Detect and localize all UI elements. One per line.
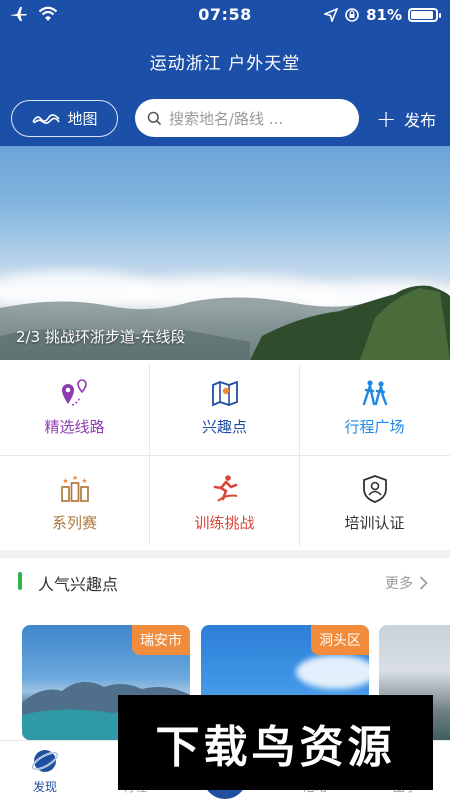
battery-percent: 81% (366, 6, 402, 24)
publish-label: 发布 (404, 111, 437, 130)
watermark-text: 下载鸟资源 (155, 721, 396, 773)
feature-grid: 精选线路 兴趣点 行程广场 系列赛 训练挑战 培训认证 (0, 360, 450, 550)
search-icon (147, 111, 162, 125)
location-arrow-icon (324, 8, 339, 22)
grid-item-label: 兴趣点 (201, 417, 247, 436)
battery-icon (408, 8, 441, 22)
more-link[interactable]: 更多 (385, 573, 428, 593)
card-cloud (296, 655, 369, 689)
map-button[interactable]: 地图 (11, 100, 118, 137)
grid-item-training-certification[interactable]: 培训认证 (300, 456, 449, 550)
hikers-icon (362, 379, 387, 405)
card-region-tag: 洞头区 (311, 625, 369, 655)
grid-item-poi[interactable]: 兴趣点 (150, 360, 299, 454)
grid-item-series[interactable]: 系列赛 (0, 456, 149, 550)
section-title: 人气兴趣点 (38, 575, 119, 594)
top-header: 07:58 81% 运动浙江 户外天堂 地图 搜索地名/路线 ... + 发布 (0, 0, 450, 146)
popular-poi-header: 人气兴趣点 更多 (0, 558, 450, 608)
plus-icon: + (376, 105, 397, 133)
card-region-tag: 瑞安市 (132, 625, 190, 655)
grid-item-label: 系列赛 (51, 513, 97, 532)
status-bar: 07:58 81% (0, 0, 450, 30)
banner-caption: 2/3 挑战环浙步道-东线段 (16, 328, 186, 346)
grid-item-label: 训练挑战 (194, 513, 255, 532)
watermark-overlay: 下载鸟资源 (118, 695, 433, 790)
app-title: 运动浙江 户外天堂 (149, 54, 301, 74)
map-button-label: 地图 (67, 110, 98, 128)
publish-button[interactable]: + 发布 (376, 107, 436, 131)
search-placeholder: 搜索地名/路线 ... (169, 109, 284, 128)
trophy-series-icon (60, 474, 89, 502)
map-icon (211, 380, 238, 406)
chevron-right-icon (419, 576, 428, 590)
status-right: 81% (324, 6, 441, 24)
rotation-lock-icon (345, 8, 359, 22)
section-divider (0, 550, 450, 558)
more-label: 更多 (385, 576, 413, 592)
grid-item-featured-routes[interactable]: 精选线路 (0, 360, 149, 454)
grid-item-label: 培训认证 (344, 513, 405, 532)
search-input[interactable]: 搜索地名/路线 ... (135, 99, 359, 137)
runner-icon (213, 474, 237, 502)
planet-icon (31, 750, 59, 772)
tab-label: 发现 (32, 780, 57, 794)
map-route-icon (32, 113, 61, 124)
grid-item-trip-plaza[interactable]: 行程广场 (300, 360, 449, 454)
section-accent-bar (18, 572, 22, 590)
tab-discover[interactable]: 发现 (0, 741, 90, 800)
route-pin-icon (61, 378, 87, 406)
grid-item-label: 行程广场 (344, 417, 405, 436)
grid-item-label: 精选线路 (44, 417, 105, 436)
certified-user-icon (362, 474, 387, 503)
grid-item-training-challenge[interactable]: 训练挑战 (150, 456, 299, 550)
